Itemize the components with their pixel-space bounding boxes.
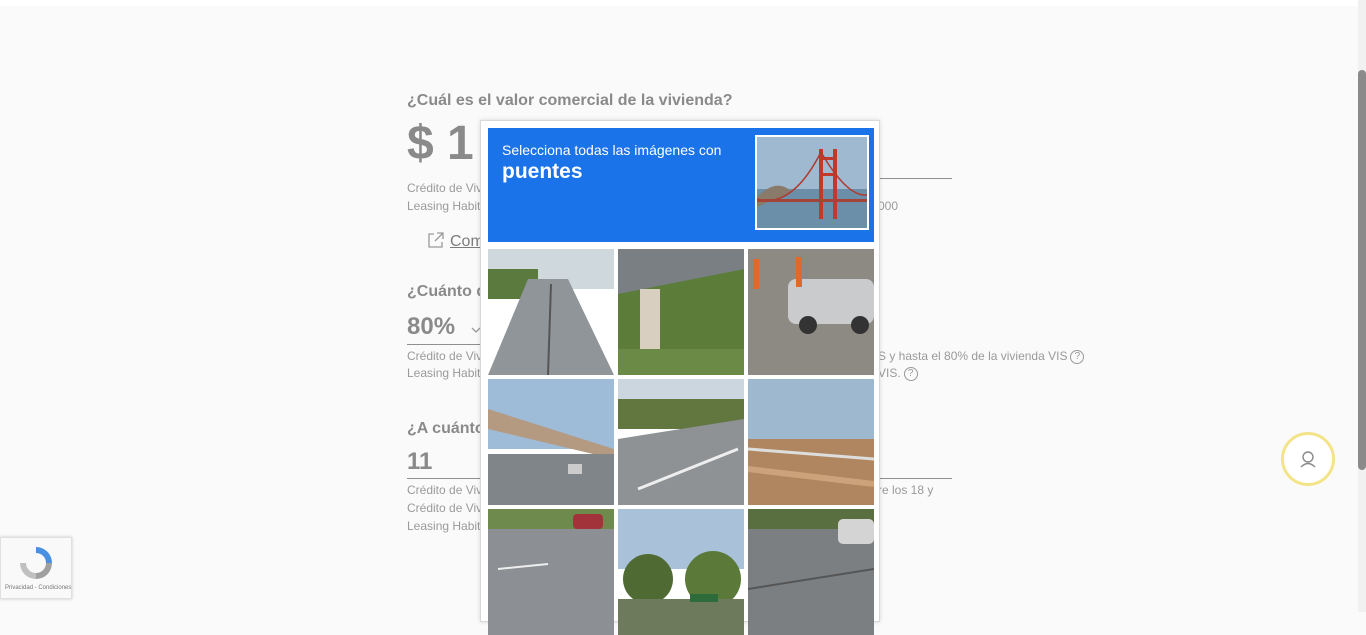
question-home-value: ¿Cuál es el valor comercial de la vivien… [407,92,733,109]
question-financing: ¿Cuánto d [407,283,487,300]
road-curve-tile[interactable] [618,379,744,505]
top-bar [0,0,1358,6]
car-construction-tile[interactable] [748,249,874,375]
home-value-input[interactable]: $ 1 [407,116,474,171]
help-icon[interactable]: ? [903,366,918,381]
bridge-railing-tile[interactable] [748,379,874,505]
scroll-thumb[interactable] [1358,70,1366,470]
road-street-tile[interactable] [488,249,614,375]
financing-select[interactable]: 80% [407,313,455,341]
captcha-challenge: Selecciona todas las imágenes con puente… [480,120,880,635]
captcha-instruction: Selecciona todas las imágenes con [502,142,722,158]
financing-note-1: Crédito de Viv [407,349,483,363]
term-note-1-tail: re los 18 y [878,483,934,497]
sample-bridge-image [755,135,869,230]
support-button[interactable] [1281,432,1335,486]
road-car-tile[interactable] [748,509,874,635]
financing-note-1-tail: S y hasta el 80% de la vivienda VIS? [878,349,1085,364]
question-term: ¿A cuánto [407,420,485,437]
home-value-note-1: Crédito de Viv [407,181,483,195]
captcha-target: puentes [502,160,583,183]
recaptcha-badge[interactable]: Privacidad - Condiciones [0,537,72,599]
external-link-icon [427,231,445,254]
term-input[interactable]: 11 [407,448,432,476]
trees-sign-tile[interactable] [618,509,744,635]
scrollbar[interactable] [1358,0,1366,612]
term-note-1: Crédito de Viv [407,483,483,497]
recaptcha-badge-text[interactable]: Privacidad - Condiciones [5,585,71,591]
home-value-underline [878,178,952,179]
term-note-3: Leasing Habit [407,519,481,533]
help-icon[interactable]: ? [1070,349,1085,364]
financing-note-2-tail: VIS.? [878,366,918,381]
home-value-note-2: Leasing Habit [407,199,481,213]
term-underline-right [878,478,952,479]
financing-note-2: Leasing Habit [407,366,481,380]
compare-link[interactable]: Com [450,233,484,251]
elevated-highway-tile[interactable] [488,379,614,505]
home-value-note-2-tail: 000 [878,199,899,213]
financing-underline [407,344,480,345]
term-underline [407,478,480,479]
captcha-header: Selecciona todas las imágenes con puente… [488,128,874,242]
intersection-tile[interactable] [488,509,614,635]
term-note-2: Crédito de Viv [407,501,483,515]
overpass-pillar-tile[interactable] [618,249,744,375]
